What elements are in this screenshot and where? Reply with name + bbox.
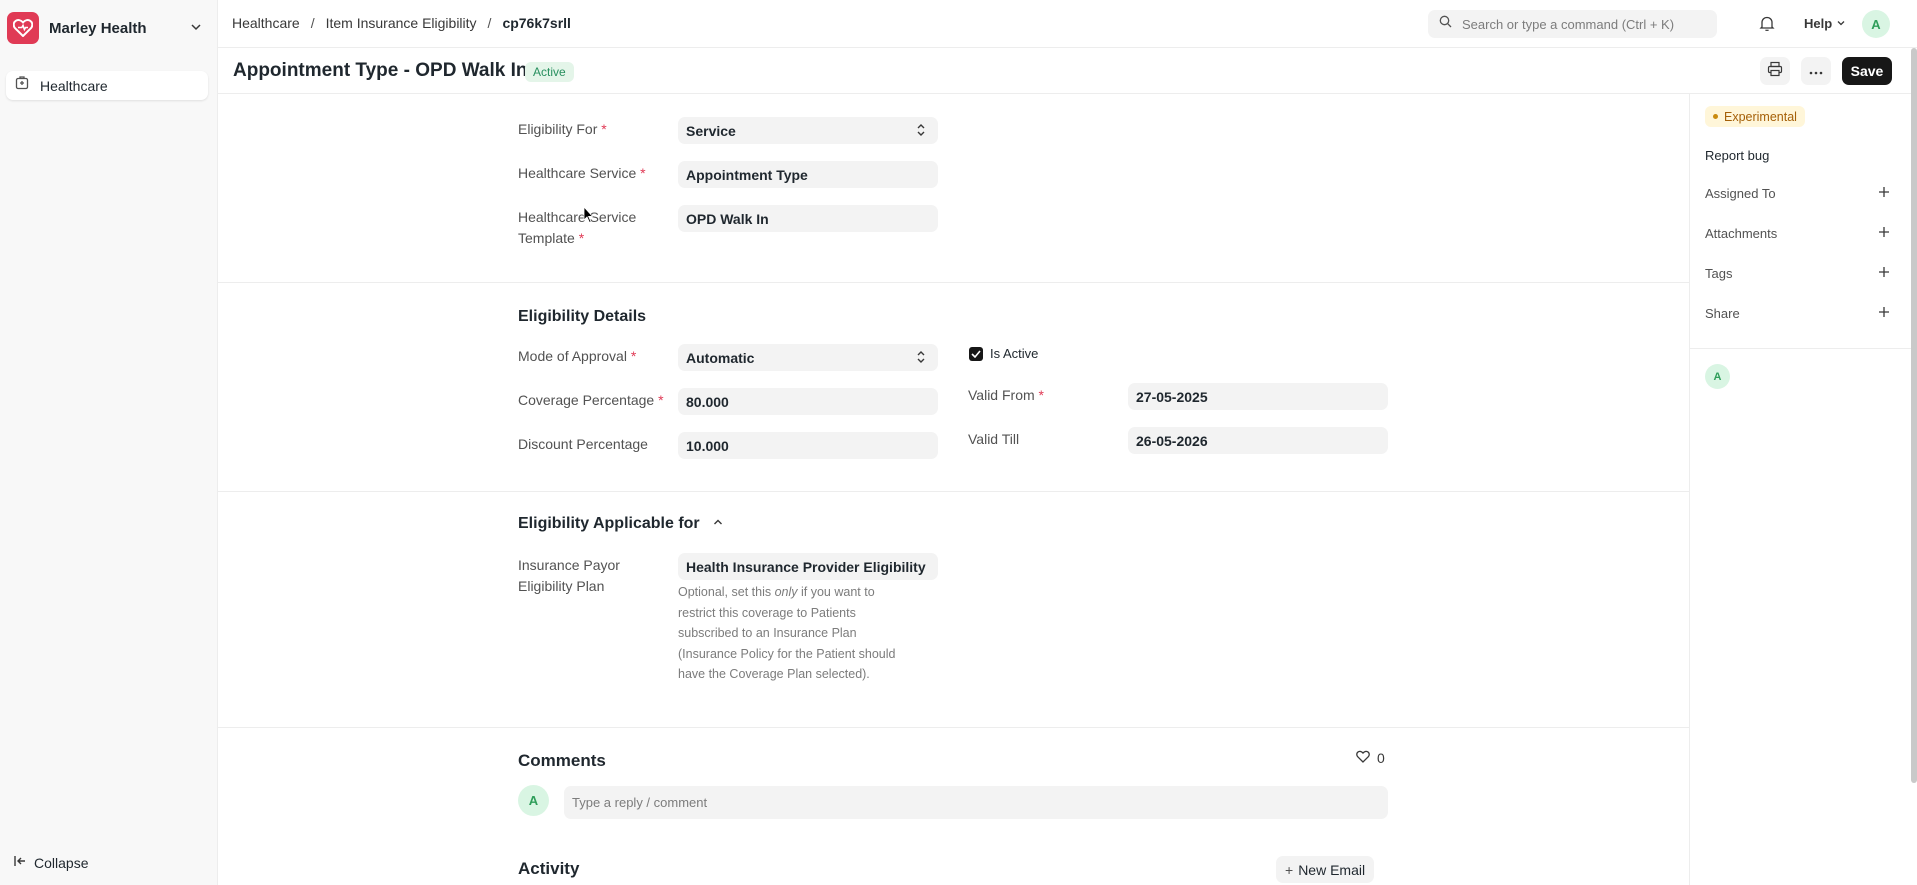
chevron-down-icon bbox=[1836, 16, 1846, 31]
insurance-payor-plan-label: Insurance Payor Eligibility Plan bbox=[518, 557, 620, 594]
activity-heading: Activity bbox=[518, 859, 580, 878]
collapse-sidebar-button[interactable]: Collapse bbox=[13, 854, 88, 871]
user-avatar[interactable]: A bbox=[1862, 10, 1890, 38]
healthcare-service-template-label: Healthcare Service Template * bbox=[518, 209, 637, 246]
print-button[interactable] bbox=[1760, 57, 1790, 85]
plus-icon[interactable] bbox=[1878, 186, 1890, 201]
select-arrows-icon bbox=[916, 350, 926, 367]
valid-from-date-input[interactable]: 27-05-2025 bbox=[1128, 383, 1388, 410]
is-active-checkbox[interactable] bbox=[969, 347, 983, 361]
section-divider bbox=[218, 491, 1689, 492]
eligibility-details-heading: Eligibility Details bbox=[518, 308, 647, 325]
discount-percentage-label: Discount Percentage bbox=[518, 436, 648, 452]
mouse-cursor-icon bbox=[583, 205, 594, 229]
valid-till-label: Valid Till bbox=[968, 431, 1020, 447]
sidebar-item-healthcare[interactable]: Healthcare bbox=[6, 71, 208, 100]
comments-heading: Comments bbox=[518, 751, 606, 770]
form-sidebar: Experimental Report bug Assigned To Atta… bbox=[1689, 94, 1912, 885]
healthcare-service-label: Healthcare Service * bbox=[518, 165, 646, 181]
tags-label: Tags bbox=[1705, 265, 1733, 281]
assigned-to-row[interactable]: Assigned To bbox=[1705, 183, 1890, 203]
comment-input[interactable]: Type a reply / comment bbox=[564, 786, 1388, 819]
page-scrollbar[interactable] bbox=[1911, 48, 1917, 783]
coverage-percentage-label: Coverage Percentage * bbox=[518, 392, 664, 408]
coverage-percentage-input[interactable]: 80.000 bbox=[678, 388, 938, 415]
status-badge: Active bbox=[525, 62, 574, 82]
breadcrumb-current-doc[interactable]: cp76k7srll bbox=[502, 15, 571, 31]
plus-icon[interactable] bbox=[1878, 306, 1890, 321]
eligibility-for-label: Eligibility For * bbox=[518, 121, 607, 137]
hospital-icon bbox=[15, 76, 29, 95]
workspace-switcher[interactable]: Marley Health bbox=[7, 11, 203, 45]
report-bug-link[interactable]: Report bug bbox=[1705, 148, 1769, 163]
collapse-label: Collapse bbox=[34, 854, 89, 871]
mode-of-approval-select[interactable]: Automatic bbox=[678, 344, 938, 371]
eligibility-for-select[interactable]: Service bbox=[678, 117, 938, 144]
more-horizontal-icon bbox=[1808, 62, 1824, 80]
plus-icon[interactable] bbox=[1878, 226, 1890, 241]
notification-bell-icon[interactable] bbox=[1759, 15, 1775, 37]
breadcrumb-separator: / bbox=[487, 15, 492, 31]
experimental-badge: Experimental bbox=[1705, 106, 1805, 127]
healthcare-service-input[interactable]: Appointment Type bbox=[678, 161, 938, 188]
mode-of-approval-label: Mode of Approval * bbox=[518, 348, 637, 364]
save-button[interactable]: Save bbox=[1842, 57, 1892, 85]
new-email-label: New Email bbox=[1298, 861, 1366, 878]
sidebar: Marley Health Healthcare Collapse bbox=[0, 0, 218, 885]
plus-icon[interactable] bbox=[1878, 266, 1890, 281]
status-dot-icon bbox=[1713, 114, 1718, 119]
form-main: Eligibility For * Service Healthcare Ser… bbox=[218, 94, 1689, 885]
collapse-icon bbox=[13, 854, 27, 871]
share-label: Share bbox=[1705, 305, 1740, 321]
attachments-label: Attachments bbox=[1705, 225, 1778, 241]
mode-of-approval-value: Automatic bbox=[686, 349, 755, 366]
heart-icon bbox=[1356, 750, 1370, 766]
select-arrows-icon bbox=[916, 123, 926, 140]
printer-icon bbox=[1767, 61, 1783, 82]
sidebar-item-label: Healthcare bbox=[40, 77, 108, 94]
breadcrumb-healthcare[interactable]: Healthcare bbox=[232, 15, 300, 31]
like-count: 0 bbox=[1377, 750, 1385, 766]
brand-logo-icon bbox=[7, 12, 39, 44]
chevron-up-icon bbox=[712, 515, 724, 533]
attachments-row[interactable]: Attachments bbox=[1705, 223, 1890, 243]
section-divider bbox=[218, 282, 1689, 283]
page-title: Appointment Type - OPD Walk In bbox=[233, 60, 528, 81]
is-active-label: Is Active bbox=[990, 346, 1039, 361]
share-row[interactable]: Share bbox=[1705, 303, 1890, 323]
insurance-payor-plan-input[interactable]: Health Insurance Provider Eligibility bbox=[678, 553, 938, 580]
help-label: Help bbox=[1804, 16, 1833, 31]
workspace-name: Marley Health bbox=[49, 19, 147, 37]
plus-icon: + bbox=[1285, 861, 1294, 878]
search-icon bbox=[1439, 15, 1452, 33]
more-actions-button[interactable] bbox=[1801, 57, 1831, 85]
section-divider bbox=[218, 727, 1689, 728]
search-input[interactable]: Search or type a command (Ctrl + K) bbox=[1428, 10, 1717, 38]
breadcrumb: Healthcare / Item Insurance Eligibility … bbox=[232, 15, 571, 31]
search-placeholder: Search or type a command (Ctrl + K) bbox=[1462, 16, 1675, 32]
help-dropdown[interactable]: Help bbox=[1804, 16, 1846, 31]
eligibility-applicable-heading[interactable]: Eligibility Applicable for bbox=[518, 515, 724, 533]
assigned-to-label: Assigned To bbox=[1705, 185, 1776, 201]
eligibility-for-value: Service bbox=[686, 122, 736, 139]
discount-percentage-input[interactable]: 10.000 bbox=[678, 432, 938, 459]
viewer-avatar: A bbox=[1705, 364, 1730, 389]
valid-till-date-input[interactable]: 26-05-2026 bbox=[1128, 427, 1388, 454]
like-button[interactable]: 0 bbox=[1356, 750, 1385, 766]
app-window: Marley Health Healthcare Collapse Health… bbox=[0, 0, 1917, 885]
healthcare-service-template-input[interactable]: OPD Walk In bbox=[678, 205, 938, 232]
new-email-button[interactable]: + New Email bbox=[1276, 856, 1375, 883]
breadcrumb-item-insurance-eligibility[interactable]: Item Insurance Eligibility bbox=[326, 15, 477, 31]
chevron-down-icon bbox=[189, 20, 203, 39]
top-navbar: Healthcare / Item Insurance Eligibility … bbox=[218, 0, 1917, 48]
insurance-payor-plan-help: Optional, set this only if you want to r… bbox=[678, 585, 896, 681]
sidebar-divider bbox=[1690, 348, 1912, 349]
tags-row[interactable]: Tags bbox=[1705, 263, 1890, 283]
breadcrumb-separator: / bbox=[310, 15, 315, 31]
valid-from-label: Valid From * bbox=[968, 387, 1044, 403]
page-header: Appointment Type - OPD Walk In Active Sa… bbox=[218, 48, 1917, 94]
comment-avatar: A bbox=[518, 785, 549, 816]
